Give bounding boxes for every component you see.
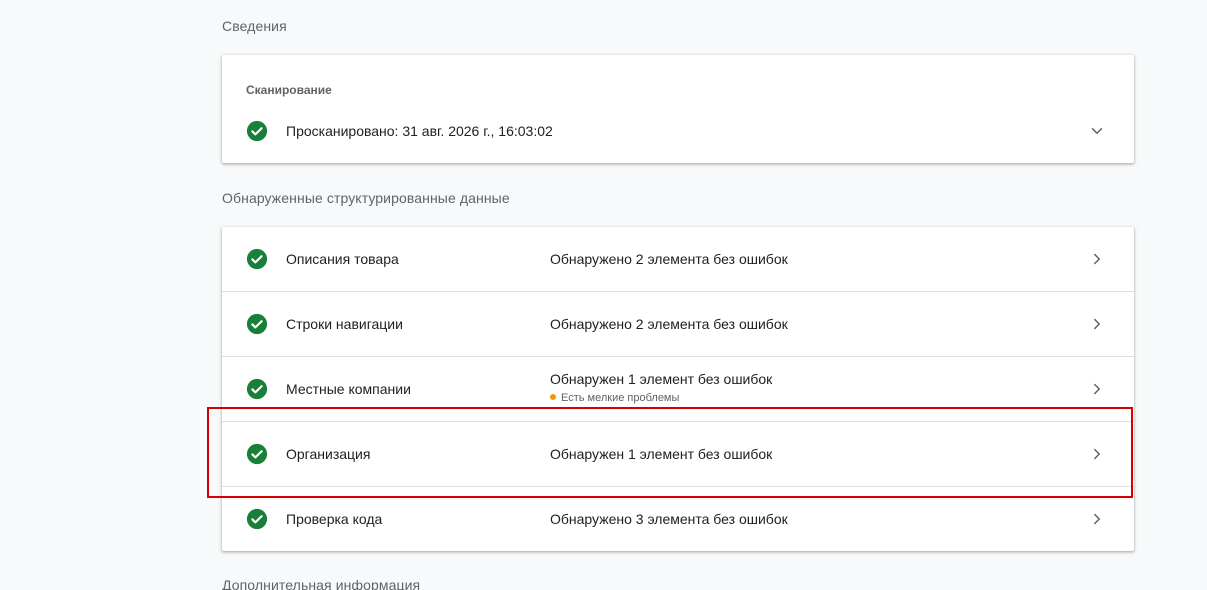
crawl-row[interactable]: Просканировано: 31 авг. 2026 г., 16:03:0… — [222, 111, 1134, 151]
structured-item-warning: Есть мелкие проблемы — [550, 392, 679, 404]
structured-item-name: Описания товара — [286, 251, 399, 267]
structured-item-local-business[interactable]: Местные компании Обнаружен 1 элемент без… — [222, 357, 1134, 422]
structured-item-code-check[interactable]: Проверка кода Обнаружено 3 элемента без … — [222, 487, 1134, 552]
structured-item-status: Обнаружен 1 элемент без ошибок — [550, 371, 773, 387]
chevron-down-icon[interactable] — [1088, 122, 1106, 140]
structured-data-heading: Обнаруженные структурированные данные — [222, 190, 510, 206]
crawl-label: Сканирование — [246, 83, 332, 97]
structured-item-organization[interactable]: Организация Обнаружен 1 элемент без ошиб… — [222, 422, 1134, 487]
check-circle-icon — [246, 378, 268, 400]
structured-item-status: Обнаружено 2 элемента без ошибок — [550, 251, 788, 267]
chevron-right-icon — [1094, 383, 1100, 395]
crawl-status: Просканировано: 31 авг. 2026 г., 16:03:0… — [286, 123, 553, 139]
structured-data-card: Описания товара Обнаружено 2 элемента бе… — [222, 227, 1134, 551]
chevron-right-icon — [1094, 253, 1100, 265]
structured-item-name: Местные компании — [286, 381, 411, 397]
check-circle-icon — [246, 443, 268, 465]
url-inspection-page: Сведения Сканирование Просканировано: 31… — [0, 0, 1207, 590]
details-heading: Сведения — [222, 18, 287, 34]
warning-dot-icon — [550, 394, 556, 400]
structured-item-name: Проверка кода — [286, 511, 383, 527]
structured-item-name: Организация — [286, 446, 371, 462]
structured-item-breadcrumbs[interactable]: Строки навигации Обнаружено 2 элемента б… — [222, 292, 1134, 357]
structured-item-status: Обнаружено 3 элемента без ошибок — [550, 511, 788, 527]
crawl-card: Сканирование Просканировано: 31 авг. 202… — [222, 55, 1134, 163]
structured-item-status: Обнаружен 1 элемент без ошибок — [550, 446, 773, 462]
chevron-right-icon — [1094, 448, 1100, 460]
check-circle-icon — [246, 508, 268, 530]
check-circle-icon — [246, 120, 268, 142]
structured-item-product-snippets[interactable]: Описания товара Обнаружено 2 элемента бе… — [222, 227, 1134, 292]
structured-item-name: Строки навигации — [286, 316, 403, 332]
check-circle-icon — [246, 313, 268, 335]
chevron-right-icon — [1094, 513, 1100, 525]
chevron-right-icon — [1094, 318, 1100, 330]
warning-text: Есть мелкие проблемы — [561, 392, 680, 404]
structured-item-status: Обнаружено 2 элемента без ошибок — [550, 316, 788, 332]
check-circle-icon — [246, 248, 268, 270]
additional-info-heading: Дополнительная информация — [222, 577, 421, 590]
